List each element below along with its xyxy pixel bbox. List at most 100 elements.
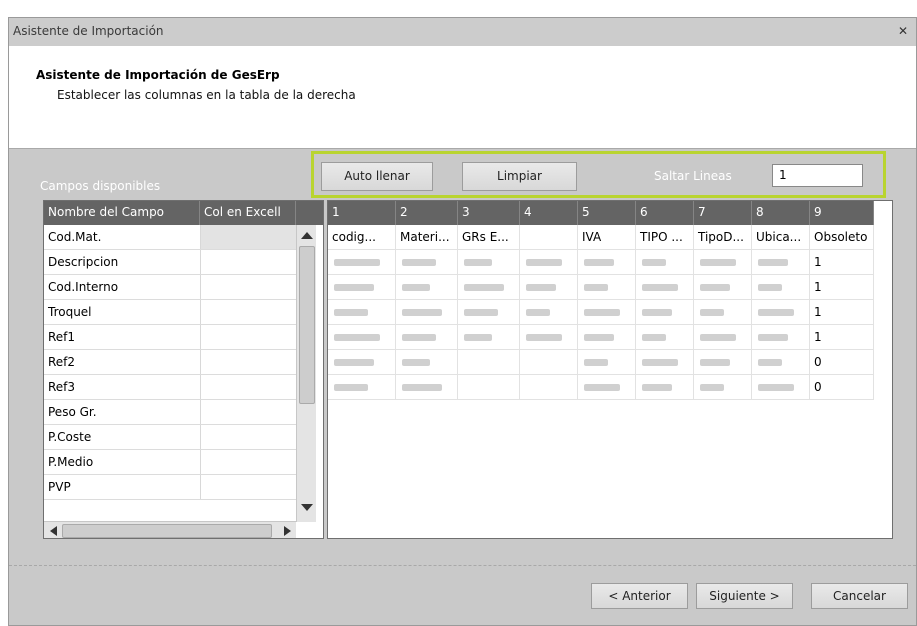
redacted-cell[interactable] xyxy=(396,300,458,325)
redacted-cell[interactable] xyxy=(694,300,752,325)
preview-header-cell[interactable]: IVA xyxy=(578,225,636,250)
horizontal-scroll-thumb[interactable] xyxy=(62,524,272,538)
redacted-cell[interactable] xyxy=(520,275,578,300)
redacted-cell[interactable] xyxy=(396,325,458,350)
preview-column-number[interactable]: 4 xyxy=(520,201,578,225)
redacted-cell[interactable] xyxy=(458,275,520,300)
clear-button[interactable]: Limpiar xyxy=(462,162,577,191)
preview-column-number[interactable]: 6 xyxy=(636,201,694,225)
preview-column-number[interactable]: 9 xyxy=(810,201,874,225)
redacted-cell[interactable] xyxy=(636,275,694,300)
available-fields-grid[interactable]: Nombre del Campo Col en Excell Cod.Mat.0… xyxy=(43,200,324,539)
redacted-cell[interactable] xyxy=(458,350,520,375)
redacted-cell[interactable] xyxy=(520,300,578,325)
redacted-cell[interactable] xyxy=(578,300,636,325)
redacted-cell[interactable] xyxy=(396,275,458,300)
redacted-cell[interactable] xyxy=(752,325,810,350)
redacted-cell[interactable] xyxy=(520,250,578,275)
redacted-cell[interactable] xyxy=(694,375,752,400)
field-row[interactable]: Cod.Interno0 xyxy=(44,275,316,300)
redacted-cell[interactable] xyxy=(328,375,396,400)
auto-fill-button[interactable]: Auto llenar xyxy=(321,162,433,191)
obsoleto-cell[interactable]: 1 xyxy=(810,325,874,350)
redacted-cell[interactable] xyxy=(328,325,396,350)
scroll-down-icon[interactable] xyxy=(301,504,313,511)
field-row[interactable]: Ref30 xyxy=(44,375,316,400)
redacted-cell[interactable] xyxy=(636,325,694,350)
redacted-cell[interactable] xyxy=(636,300,694,325)
scroll-up-icon[interactable] xyxy=(301,232,313,239)
field-row[interactable]: Descripcion0 xyxy=(44,250,316,275)
preview-header-cell[interactable]: Materi... xyxy=(396,225,458,250)
obsoleto-cell[interactable]: 0 xyxy=(810,375,874,400)
redacted-cell[interactable] xyxy=(396,250,458,275)
redacted-cell[interactable] xyxy=(694,275,752,300)
redacted-cell[interactable] xyxy=(328,275,396,300)
field-row[interactable]: Peso Gr.0 xyxy=(44,400,316,425)
field-row[interactable]: P.Coste0 xyxy=(44,425,316,450)
redacted-cell[interactable] xyxy=(578,250,636,275)
obsoleto-cell[interactable]: 1 xyxy=(810,250,874,275)
redacted-cell[interactable] xyxy=(396,375,458,400)
field-row[interactable]: Ref10 xyxy=(44,325,316,350)
preview-column-number[interactable]: 7 xyxy=(694,201,752,225)
redacted-cell[interactable] xyxy=(752,375,810,400)
field-row[interactable]: Ref20 xyxy=(44,350,316,375)
redacted-cell[interactable] xyxy=(578,375,636,400)
redacted-cell[interactable] xyxy=(752,350,810,375)
redacted-cell[interactable] xyxy=(578,325,636,350)
scroll-left-icon[interactable] xyxy=(50,526,57,536)
redacted-cell[interactable] xyxy=(458,250,520,275)
obsoleto-cell[interactable]: 1 xyxy=(810,275,874,300)
preview-column-number[interactable]: 1 xyxy=(328,201,396,225)
redacted-cell[interactable] xyxy=(578,350,636,375)
redacted-cell[interactable] xyxy=(694,325,752,350)
column-header-field-name[interactable]: Nombre del Campo xyxy=(44,201,200,225)
field-row[interactable]: Cod.Mat.0 xyxy=(44,225,316,250)
close-icon[interactable]: ✕ xyxy=(894,23,912,39)
preview-header-cell[interactable] xyxy=(520,225,578,250)
preview-header-cell[interactable]: TIPO ... xyxy=(636,225,694,250)
field-row[interactable]: P.Medio0 xyxy=(44,450,316,475)
redacted-cell[interactable] xyxy=(636,250,694,275)
preview-header-cell[interactable]: GRs E... xyxy=(458,225,520,250)
previous-button[interactable]: < Anterior xyxy=(591,583,688,609)
field-row[interactable]: Troquel0 xyxy=(44,300,316,325)
next-button[interactable]: Siguiente > xyxy=(696,583,793,609)
redacted-cell[interactable] xyxy=(636,375,694,400)
redacted-cell[interactable] xyxy=(520,375,578,400)
redacted-cell[interactable] xyxy=(752,250,810,275)
redacted-cell[interactable] xyxy=(520,325,578,350)
vertical-scroll-thumb[interactable] xyxy=(299,246,315,404)
redacted-cell[interactable] xyxy=(458,325,520,350)
redacted-cell[interactable] xyxy=(752,300,810,325)
preview-column-number[interactable]: 8 xyxy=(752,201,810,225)
excel-preview-grid[interactable]: 123456789 codig... Materi... GRs E... IVA TI… xyxy=(327,200,893,539)
preview-column-number[interactable]: 2 xyxy=(396,201,458,225)
preview-column-number[interactable]: 5 xyxy=(578,201,636,225)
preview-header-cell[interactable]: Obsoleto xyxy=(810,225,874,250)
redacted-cell[interactable] xyxy=(328,350,396,375)
redacted-cell[interactable] xyxy=(328,300,396,325)
cancel-button[interactable]: Cancelar xyxy=(811,583,908,609)
column-header-excel-col[interactable]: Col en Excell xyxy=(200,201,296,225)
redacted-cell[interactable] xyxy=(694,350,752,375)
redacted-cell[interactable] xyxy=(520,350,578,375)
redacted-cell[interactable] xyxy=(396,350,458,375)
preview-header-cell[interactable]: codig... xyxy=(328,225,396,250)
redacted-cell[interactable] xyxy=(636,350,694,375)
redacted-cell[interactable] xyxy=(458,300,520,325)
obsoleto-cell[interactable]: 1 xyxy=(810,300,874,325)
preview-header-cell[interactable]: Ubica... xyxy=(752,225,810,250)
redacted-cell[interactable] xyxy=(752,275,810,300)
field-row[interactable]: PVP0 xyxy=(44,475,316,500)
skip-lines-input[interactable]: 1 xyxy=(772,164,863,187)
horizontal-scrollbar[interactable] xyxy=(44,521,296,538)
redacted-cell[interactable] xyxy=(458,375,520,400)
preview-header-cell[interactable]: TipoD... xyxy=(694,225,752,250)
redacted-cell[interactable] xyxy=(328,250,396,275)
obsoleto-cell[interactable]: 0 xyxy=(810,350,874,375)
redacted-cell[interactable] xyxy=(578,275,636,300)
scroll-right-icon[interactable] xyxy=(284,526,291,536)
vertical-scrollbar[interactable] xyxy=(296,225,316,522)
